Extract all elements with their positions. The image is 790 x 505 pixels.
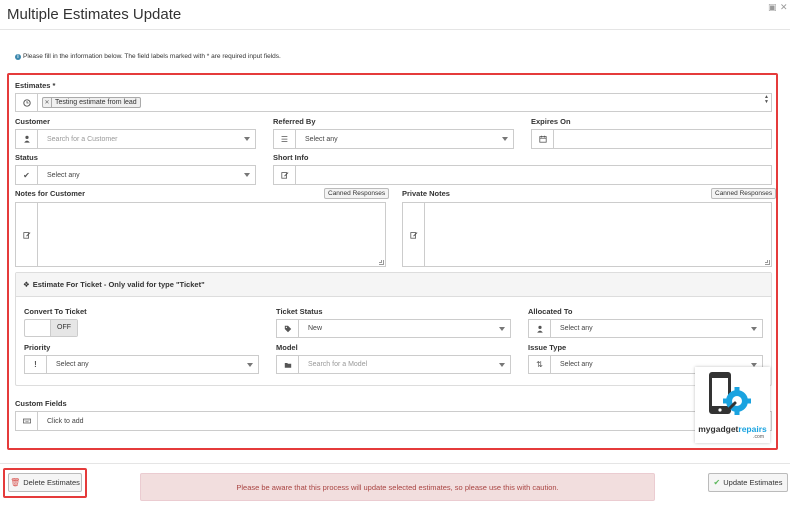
short-info-label: Short Info xyxy=(273,153,309,162)
status-select[interactable]: ✔ Select any xyxy=(15,165,256,185)
expires-on-input[interactable] xyxy=(531,129,772,149)
keyboard-icon xyxy=(16,412,38,430)
caution-alert: Please be aware that this process will u… xyxy=(140,473,655,501)
toggle-state: OFF xyxy=(50,320,77,336)
model-select[interactable]: Search for a Model xyxy=(276,355,511,374)
allocated-to-value: Select any xyxy=(560,325,593,332)
ticket-heading: Estimate For Ticket - Only valid for typ… xyxy=(32,280,205,289)
estimates-label: Estimates * xyxy=(15,81,56,90)
delete-estimates-button[interactable]: 🗑 Delete Estimates xyxy=(8,473,82,492)
chevron-down-icon xyxy=(751,362,757,367)
chevron-down-icon xyxy=(499,326,505,331)
status-label: Status xyxy=(15,153,38,162)
model-label: Model xyxy=(276,343,298,352)
customer-placeholder: Search for a Customer xyxy=(47,135,118,143)
header-divider xyxy=(0,29,790,30)
brand-suffix: .com xyxy=(753,434,764,440)
ticket-panel-header: ❖ Estimate For Ticket - Only valid for t… xyxy=(16,273,771,297)
ticket-status-value: New xyxy=(308,325,323,332)
calendar-icon xyxy=(532,130,554,148)
update-estimates-button[interactable]: ✔ Update Estimates xyxy=(708,473,788,492)
notes-customer-label: Notes for Customer xyxy=(15,189,86,198)
priority-select[interactable]: ! Select any xyxy=(24,355,259,374)
referred-by-value: Select any xyxy=(305,135,338,143)
convert-to-ticket-label: Convert To Ticket xyxy=(24,307,87,316)
window-restore-icon[interactable]: ▣ xyxy=(768,2,777,13)
exchange-icon: ⇅ xyxy=(529,356,551,373)
info-message: i Please fill in the information below. … xyxy=(15,53,281,60)
edit-icon xyxy=(403,203,425,266)
chevron-down-icon xyxy=(244,173,250,177)
estimate-tag-label: Testing estimate from lead xyxy=(55,99,137,106)
referred-by-select[interactable]: ☰ Select any xyxy=(273,129,514,149)
update-estimates-label: Update Estimates xyxy=(723,478,783,487)
model-placeholder: Search for a Model xyxy=(308,361,368,368)
notes-customer-textarea[interactable] xyxy=(15,202,386,267)
chevron-down-icon xyxy=(502,137,508,141)
resize-handle[interactable] xyxy=(765,260,770,265)
referred-by-label: Referred By xyxy=(273,117,316,126)
remove-tag-icon[interactable]: ✕ xyxy=(43,98,52,107)
brand-name-blue: repairs xyxy=(738,424,767,434)
page-title: Multiple Estimates Update xyxy=(7,6,182,23)
chevron-down-icon xyxy=(244,137,250,141)
brand-logo: mygadgetrepairs .com xyxy=(695,367,770,443)
spinner-icon[interactable]: ▲ ▼ xyxy=(764,95,769,105)
convert-to-ticket-toggle[interactable]: OFF xyxy=(24,319,78,337)
list-icon: ☰ xyxy=(274,130,296,148)
chevron-down-icon xyxy=(247,362,253,367)
custom-fields-placeholder: Click to add xyxy=(47,417,84,425)
edit-icon xyxy=(16,203,38,266)
resize-handle[interactable] xyxy=(379,260,384,265)
ticket-status-select[interactable]: New xyxy=(276,319,511,338)
short-info-input[interactable] xyxy=(273,165,772,185)
footer-divider xyxy=(0,463,790,464)
customer-label: Customer xyxy=(15,117,51,126)
tag-icon: ❖ xyxy=(23,280,30,289)
chevron-down-icon xyxy=(751,326,757,331)
priority-label: Priority xyxy=(24,343,51,352)
status-value: Select any xyxy=(47,171,80,179)
edit-icon xyxy=(274,166,296,184)
canned-responses-button-customer[interactable]: Canned Responses xyxy=(324,188,390,199)
check-icon: ✔ xyxy=(16,166,38,184)
priority-value: Select any xyxy=(56,361,89,368)
private-notes-label: Private Notes xyxy=(402,189,450,198)
user-icon xyxy=(16,130,38,148)
info-text: Please fill in the information below. Th… xyxy=(23,53,281,60)
issue-type-label: Issue Type xyxy=(528,343,567,352)
user-icon xyxy=(529,320,551,337)
estimate-tag[interactable]: ✕ Testing estimate from lead xyxy=(42,97,141,108)
customer-select[interactable]: Search for a Customer xyxy=(15,129,256,149)
chevron-down-icon xyxy=(499,362,505,367)
custom-fields-label: Custom Fields xyxy=(15,399,67,408)
estimates-multiselect[interactable]: ✕ Testing estimate from lead ▲ ▼ xyxy=(15,93,772,112)
ticket-status-label: Ticket Status xyxy=(276,307,323,316)
delete-estimates-label: Delete Estimates xyxy=(23,478,80,487)
caution-text: Please be aware that this process will u… xyxy=(236,482,559,492)
close-icon[interactable]: ✕ xyxy=(780,2,788,13)
trash-icon: 🗑 xyxy=(10,478,21,487)
folder-icon xyxy=(277,356,299,373)
info-icon: i xyxy=(15,53,21,60)
brand-name-dark: mygadget xyxy=(698,424,739,434)
exclamation-icon: ! xyxy=(25,356,47,373)
phone-gear-icon xyxy=(709,372,751,415)
tag-icon xyxy=(277,320,299,337)
allocated-to-label: Allocated To xyxy=(528,307,573,316)
clock-icon xyxy=(16,94,38,111)
private-notes-textarea[interactable] xyxy=(402,202,772,267)
brand-name: mygadgetrepairs xyxy=(695,424,770,434)
custom-fields-input[interactable]: Click to add xyxy=(15,411,772,431)
canned-responses-button-private[interactable]: Canned Responses xyxy=(711,188,777,199)
expires-on-label: Expires On xyxy=(531,117,571,126)
allocated-to-select[interactable]: Select any xyxy=(528,319,763,338)
check-icon: ✔ xyxy=(713,478,721,487)
